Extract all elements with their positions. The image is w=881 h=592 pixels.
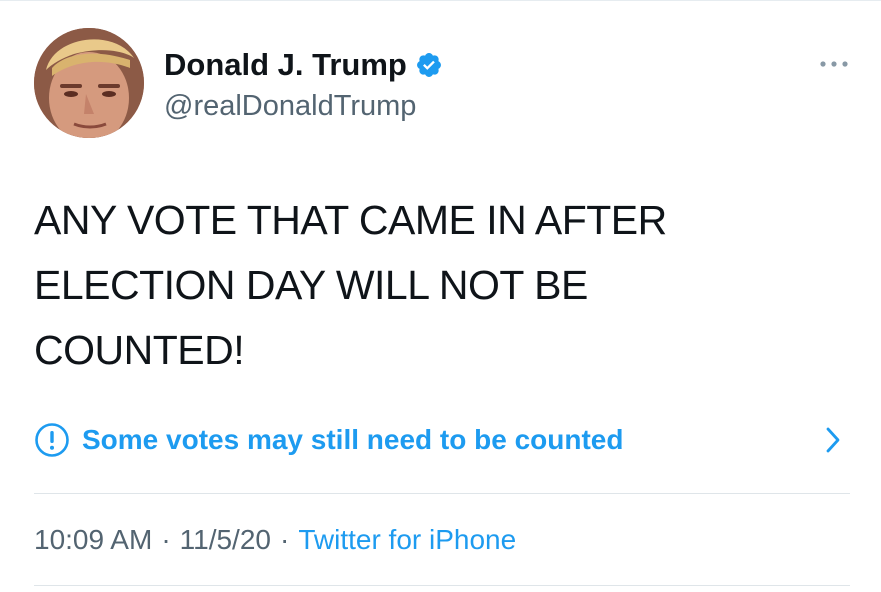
divider bbox=[34, 493, 850, 494]
avatar[interactable] bbox=[34, 28, 144, 138]
author-handle[interactable]: @realDonaldTrump bbox=[164, 88, 416, 124]
tweet-time[interactable]: 10:09 AM bbox=[34, 524, 152, 555]
avatar-image bbox=[34, 28, 144, 138]
tweet-text-line: COUNTED! bbox=[34, 327, 245, 373]
meta-separator: · bbox=[161, 524, 171, 555]
more-options-button[interactable] bbox=[814, 52, 854, 76]
top-divider bbox=[0, 0, 881, 1]
exclamation-circle-icon bbox=[35, 423, 69, 457]
meta-separator: · bbox=[279, 524, 290, 555]
verified-badge-icon bbox=[416, 53, 441, 77]
author-name[interactable]: Donald J. Trump bbox=[164, 45, 407, 85]
tweet-text: ANY VOTE THAT CAME IN AFTER ELECTION DAY… bbox=[34, 188, 844, 383]
divider bbox=[34, 585, 850, 586]
notice-label[interactable]: Some votes may still need to be counted bbox=[82, 420, 623, 460]
author-name-row[interactable]: Donald J. Trump bbox=[164, 45, 443, 85]
more-icon bbox=[820, 61, 848, 67]
chevron-right-icon[interactable] bbox=[825, 426, 841, 454]
tweet-source-link[interactable]: Twitter for iPhone bbox=[298, 524, 516, 555]
misinformation-notice[interactable]: Some votes may still need to be counted bbox=[34, 418, 849, 462]
tweet-metadata: 10:09 AM · 11/5/20 · Twitter for iPhone bbox=[34, 520, 516, 560]
tweet-text-line: ANY VOTE THAT CAME IN AFTER bbox=[34, 197, 667, 243]
tweet-date[interactable]: 11/5/20 bbox=[180, 524, 271, 555]
tweet-text-line: ELECTION DAY WILL NOT BE bbox=[34, 262, 588, 308]
